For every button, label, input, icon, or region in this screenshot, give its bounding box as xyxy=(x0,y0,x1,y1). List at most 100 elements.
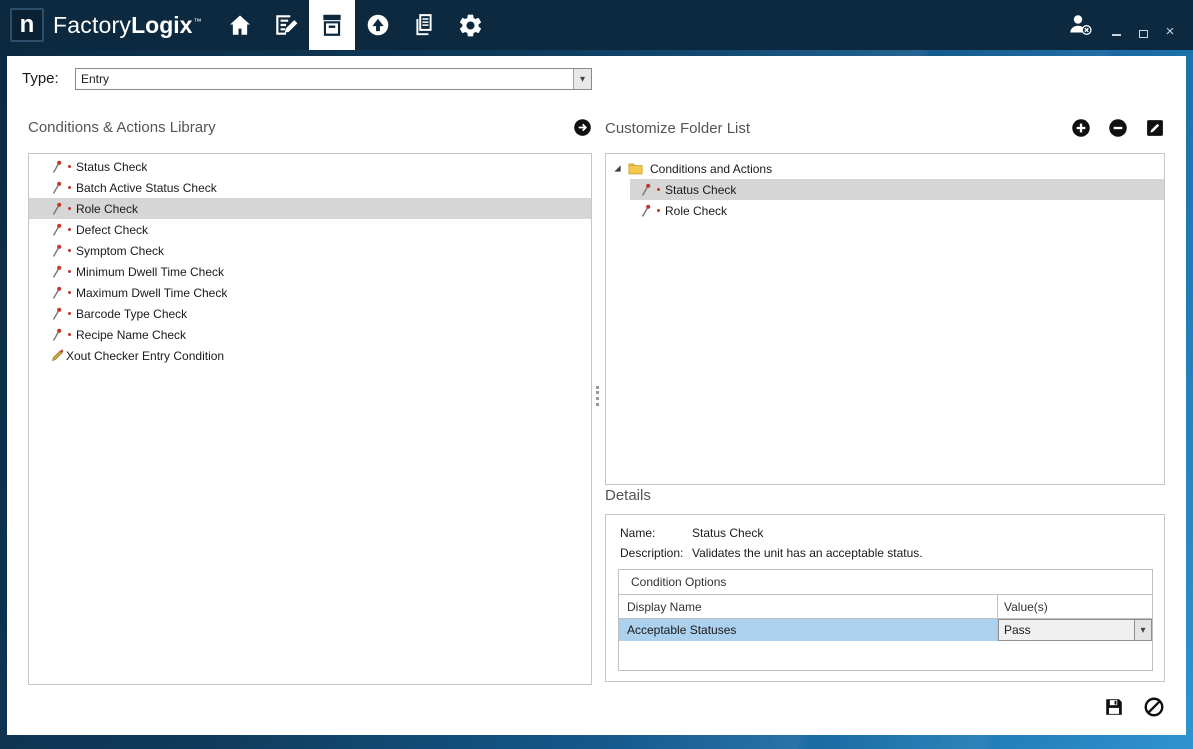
minimize-icon xyxy=(1112,34,1121,36)
expander-icon[interactable] xyxy=(613,164,622,173)
main-navigation xyxy=(217,0,493,50)
xout-icon xyxy=(51,349,64,362)
library-item-minimum-dwell-time-check[interactable]: Minimum Dwell Time Check xyxy=(29,261,591,282)
bullet-dot-icon xyxy=(68,270,71,273)
bullet-dot-icon xyxy=(68,165,71,168)
tree-item-label: Status Check xyxy=(665,183,736,197)
library-item-status-check[interactable]: Status Check xyxy=(29,156,591,177)
name-value: Status Check xyxy=(692,526,763,540)
library-item-recipe-name-check[interactable]: Recipe Name Check xyxy=(29,324,591,345)
values-header: Value(s) xyxy=(997,595,1152,618)
edit-icon xyxy=(1145,118,1165,138)
type-select[interactable]: Entry xyxy=(75,68,592,90)
close-icon: × xyxy=(1166,25,1175,39)
library-item-batch-active-status-check[interactable]: Batch Active Status Check xyxy=(29,177,591,198)
bullet-dot-icon xyxy=(68,291,71,294)
conditions-library-list: Status Check Batch Active Status Check Rol… xyxy=(28,153,592,685)
type-select-value: Entry xyxy=(76,72,573,86)
minimize-button[interactable] xyxy=(1109,25,1123,39)
user-logout-icon xyxy=(1067,12,1093,36)
description-value: Validates the unit has an acceptable sta… xyxy=(692,546,923,560)
detail-description-row: Description: Validates the unit has an a… xyxy=(620,546,1164,560)
tree-root-conditions-and-actions[interactable]: Conditions and Actions xyxy=(606,158,1164,179)
tree-item-role-check[interactable]: Role Check xyxy=(630,200,1164,221)
save-icon xyxy=(1103,696,1125,718)
maximize-icon xyxy=(1139,30,1148,38)
condition-icon xyxy=(51,265,62,279)
display-name-header: Display Name xyxy=(619,595,997,618)
navigate-icon xyxy=(365,12,391,38)
close-button[interactable]: × xyxy=(1163,25,1177,39)
bullet-dot-icon xyxy=(657,209,660,212)
folder-icon xyxy=(628,162,643,175)
remove-button[interactable] xyxy=(1108,118,1128,138)
maximize-button[interactable] xyxy=(1136,25,1150,39)
options-table-header: Display Name Value(s) xyxy=(619,595,1152,619)
settings-nav-button[interactable] xyxy=(447,0,493,50)
bullet-dot-icon xyxy=(68,228,71,231)
move-to-folder-button[interactable] xyxy=(573,118,592,137)
home-icon xyxy=(227,12,253,38)
library-item-label: Barcode Type Check xyxy=(76,307,187,321)
process-icon xyxy=(319,12,345,38)
library-item-symptom-check[interactable]: Symptom Check xyxy=(29,240,591,261)
chevron-down-icon[interactable] xyxy=(1134,620,1151,640)
forms-nav-button[interactable] xyxy=(263,0,309,50)
documents-nav-button[interactable] xyxy=(401,0,447,50)
cancel-icon xyxy=(1143,696,1165,718)
brand-trademark: ™ xyxy=(193,17,201,26)
condition-icon xyxy=(51,244,62,258)
condition-icon xyxy=(51,286,62,300)
library-item-maximum-dwell-time-check[interactable]: Maximum Dwell Time Check xyxy=(29,282,591,303)
condition-icon xyxy=(51,160,62,174)
library-item-label: Xout Checker Entry Condition xyxy=(66,349,224,363)
condition-options-group: Condition Options Display Name Value(s) … xyxy=(618,569,1153,671)
library-item-barcode-type-check[interactable]: Barcode Type Check xyxy=(29,303,591,324)
detail-name-row: Name: Status Check xyxy=(620,526,1164,540)
condition-icon xyxy=(51,328,62,342)
condition-icon xyxy=(51,202,62,216)
condition-icon xyxy=(51,181,62,195)
condition-icon xyxy=(51,223,62,237)
window-controls: × xyxy=(1109,25,1177,39)
process-nav-button[interactable] xyxy=(309,0,355,50)
brand-first: Factory xyxy=(53,12,131,38)
brand-title: FactoryLogix™ xyxy=(53,12,201,39)
app-logo: n xyxy=(10,8,44,42)
remove-circle-icon xyxy=(1108,118,1128,138)
bullet-dot-icon xyxy=(657,188,660,191)
arrow-right-circle-icon xyxy=(573,118,592,137)
navigate-nav-button[interactable] xyxy=(355,0,401,50)
folders-title: Customize Folder List xyxy=(605,120,750,137)
chevron-down-icon[interactable] xyxy=(573,69,591,89)
home-nav-button[interactable] xyxy=(217,0,263,50)
tree-item-status-check[interactable]: Status Check xyxy=(630,179,1164,200)
tree-item-label: Role Check xyxy=(665,204,727,218)
add-button[interactable] xyxy=(1071,118,1091,138)
library-item-defect-check[interactable]: Defect Check xyxy=(29,219,591,240)
library-item-label: Symptom Check xyxy=(76,244,164,258)
library-item-label: Recipe Name Check xyxy=(76,328,186,342)
cancel-button[interactable] xyxy=(1143,696,1165,718)
logo-letter: n xyxy=(20,11,35,39)
condition-options-table: Display Name Value(s) Acceptable Statuse… xyxy=(619,594,1152,641)
option-value-cell: Pass xyxy=(997,619,1152,641)
panel-splitter[interactable] xyxy=(596,386,599,406)
edit-button[interactable] xyxy=(1145,118,1165,138)
library-title: Conditions & Actions Library xyxy=(28,119,216,136)
save-button[interactable] xyxy=(1103,696,1125,718)
library-item-xout-checker-entry-condition[interactable]: Xout Checker Entry Condition xyxy=(29,345,591,366)
details-title: Details xyxy=(605,487,651,504)
app-window: n FactoryLogix™ × Type: Entry Conditions… xyxy=(0,0,1193,749)
description-label: Description: xyxy=(620,546,692,560)
main-panel: Type: Entry Conditions & Actions Library… xyxy=(7,56,1186,735)
bullet-dot-icon xyxy=(68,249,71,252)
folder-toolbar xyxy=(1071,118,1165,138)
user-button[interactable] xyxy=(1067,12,1093,36)
library-item-label: Minimum Dwell Time Check xyxy=(76,265,224,279)
library-item-role-check[interactable]: Role Check xyxy=(29,198,591,219)
option-display-name: Acceptable Statuses xyxy=(619,619,997,641)
option-value-select[interactable]: Pass xyxy=(998,619,1152,641)
option-row-acceptable-statuses[interactable]: Acceptable StatusesPass xyxy=(619,619,1152,641)
library-item-label: Batch Active Status Check xyxy=(76,181,217,195)
